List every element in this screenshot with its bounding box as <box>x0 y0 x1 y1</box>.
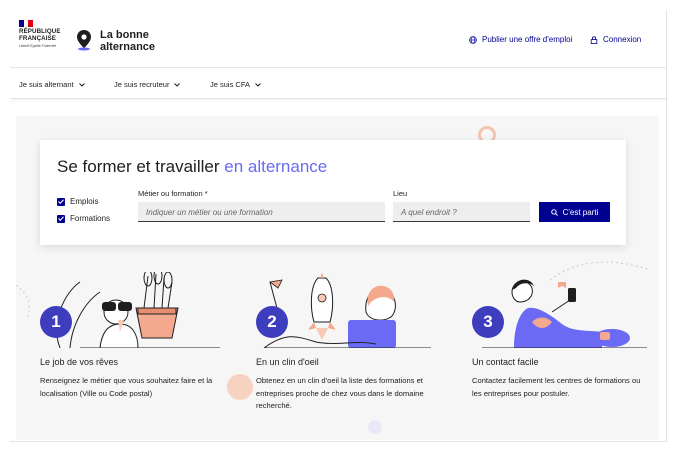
checkbox-formations[interactable]: Formations <box>57 214 110 223</box>
republique-francaise-logo[interactable]: RÉPUBLIQUE FRANÇAISE Liberté Égalité Fra… <box>19 20 67 48</box>
chevron-down-icon <box>78 82 85 87</box>
republique-title: RÉPUBLIQUE FRANÇAISE <box>19 28 61 42</box>
publish-offer-label: Publier une offre d'emploi <box>482 35 573 44</box>
checkbox-label: Emplois <box>70 197 99 206</box>
search-title-main: Se former et travailler <box>57 157 225 176</box>
site-header: RÉPUBLIQUE FRANÇAISE Liberté Égalité Fra… <box>10 10 666 68</box>
nav-item-recruteur[interactable]: Je suis recruteur <box>114 80 181 89</box>
checkbox-label: Formations <box>70 214 111 223</box>
lieu-input[interactable]: A quel endroit ? <box>393 202 530 222</box>
nav-item-label: Je suis CFA <box>210 80 251 89</box>
search-title: Se former et travailler en alternance <box>57 157 327 177</box>
login-label: Connexion <box>603 35 642 44</box>
step-title: Le job de vos rêves <box>40 357 119 367</box>
lock-icon <box>590 35 598 44</box>
nav-item-alternant[interactable]: Je suis alternant <box>19 80 85 89</box>
republique-motto: Liberté Égalité Fraternité <box>19 44 57 48</box>
lieu-label: Lieu <box>393 189 408 198</box>
site-logo-text[interactable]: La bonne alternance <box>100 29 170 53</box>
metier-input[interactable]: Indiquer un métier ou une formation <box>138 202 385 222</box>
decorative-circle <box>227 374 253 400</box>
step-number-badge: 3 <box>472 306 504 338</box>
checkbox-emplois[interactable]: Emplois <box>57 197 98 206</box>
page-frame: RÉPUBLIQUE FRANÇAISE Liberté Égalité Fra… <box>10 10 667 442</box>
chevron-down-icon <box>174 82 181 87</box>
nav-item-label: Je suis alternant <box>19 80 74 89</box>
step-description: Obtenez en un clin d'oeil la liste des f… <box>256 376 424 410</box>
decorative-circle <box>368 420 382 434</box>
search-title-accent: en alternance <box>224 157 328 176</box>
search-card: Se former et travailler en alternance Em… <box>40 140 626 245</box>
step-number-badge: 2 <box>256 306 288 338</box>
location-pin-logo-icon <box>77 30 91 51</box>
metier-label: Métier ou formation * <box>138 189 208 198</box>
login-link[interactable]: Connexion <box>590 35 641 44</box>
globe-icon <box>469 35 477 44</box>
search-submit-label: C'est parti <box>562 207 599 217</box>
step-title: Un contact facile <box>472 357 539 367</box>
chevron-down-icon <box>255 82 261 87</box>
step-description: Contactez facilement les centres de form… <box>472 376 641 398</box>
publish-offer-link[interactable]: Publier une offre d'emploi <box>469 35 572 44</box>
search-submit-button[interactable]: C'est parti <box>539 202 610 222</box>
search-icon <box>550 208 558 216</box>
checkbox-checked-icon <box>57 214 65 223</box>
nav-item-cfa[interactable]: Je suis CFA <box>210 80 261 89</box>
step-title: En un clin d'oeil <box>256 357 319 367</box>
step-description: Renseignez le métier que vous souhaitez … <box>40 376 213 398</box>
main-nav: Je suis alternant Je suis recruteur Je s… <box>10 69 666 99</box>
step-number-badge: 1 <box>40 306 72 338</box>
nav-item-label: Je suis recruteur <box>114 80 170 89</box>
checkbox-checked-icon <box>57 197 65 206</box>
french-flag-icon <box>19 20 34 27</box>
